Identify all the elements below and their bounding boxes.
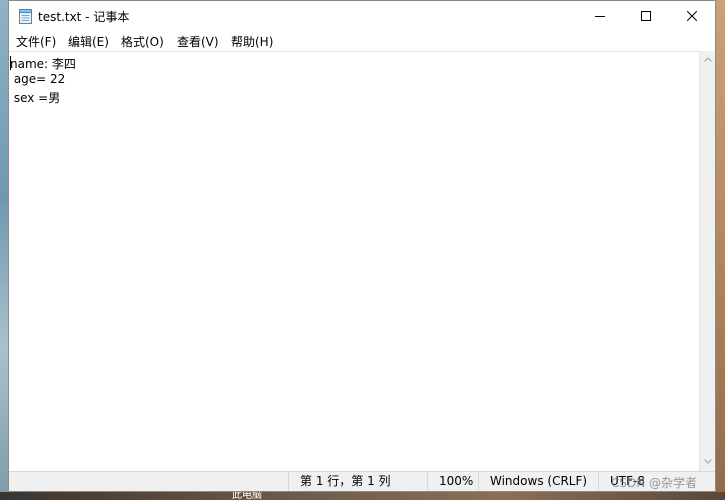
- maximize-icon: [641, 11, 651, 21]
- title-bar[interactable]: test.txt - 记事本: [9, 1, 715, 31]
- menu-format[interactable]: 格式(O): [119, 33, 166, 50]
- watermark: CSDN @杂学者: [611, 476, 698, 490]
- minimize-icon: [595, 16, 605, 17]
- chevron-down-icon: [704, 458, 712, 464]
- editor-line: sex =男: [10, 91, 61, 105]
- vertical-scrollbar[interactable]: [699, 51, 715, 471]
- desktop-edge-right: [716, 0, 725, 500]
- menu-view[interactable]: 查看(V): [175, 33, 221, 50]
- menu-bar: 文件(F) 编辑(E) 格式(O) 查看(V) 帮助(H): [9, 31, 715, 51]
- text-editor[interactable]: name: 李四 age= 22 sex =男: [9, 51, 699, 471]
- menu-edit[interactable]: 编辑(E): [66, 33, 111, 50]
- maximize-button[interactable]: [623, 1, 669, 31]
- menu-file[interactable]: 文件(F): [14, 33, 58, 50]
- editor-line: age= 22: [10, 72, 66, 86]
- status-zoom: 100%: [427, 472, 478, 491]
- menu-help[interactable]: 帮助(H): [229, 33, 275, 50]
- status-cursor-position: 第 1 行，第 1 列: [288, 472, 427, 491]
- scroll-down-button[interactable]: [700, 453, 716, 469]
- notepad-icon: [19, 9, 32, 24]
- status-bar: 第 1 行，第 1 列 100% Windows (CRLF) UTF-8: [9, 471, 715, 491]
- desktop-edge-bottom: [0, 492, 725, 500]
- desktop-icon-label: 此电脑: [232, 492, 262, 500]
- close-button[interactable]: [669, 1, 715, 31]
- minimize-button[interactable]: [577, 1, 623, 31]
- chevron-up-icon: [704, 56, 712, 62]
- status-line-ending: Windows (CRLF): [478, 472, 598, 491]
- close-icon: [687, 11, 697, 21]
- window-title: test.txt - 记事本: [38, 10, 130, 24]
- notepad-window: test.txt - 记事本 文件(F) 编辑(E) 格式(O) 查看(V) 帮…: [8, 0, 716, 492]
- editor-line: name: 李四: [10, 57, 76, 71]
- scroll-up-button[interactable]: [700, 51, 716, 67]
